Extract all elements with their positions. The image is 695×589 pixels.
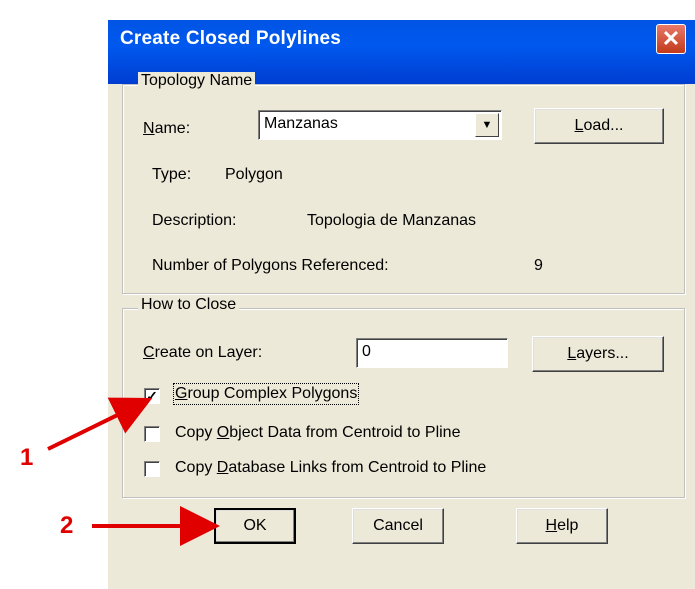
annotation-marker-2: 2 <box>60 512 74 539</box>
title-bar-top-strip <box>108 0 695 20</box>
copy-database-links-label[interactable]: Copy Database Links from Centroid to Pli… <box>175 459 486 477</box>
help-button[interactable]: Help <box>516 508 608 544</box>
ok-button[interactable]: OK <box>214 508 296 544</box>
chevron-down-icon[interactable]: ▼ <box>475 113 499 137</box>
load-button[interactable]: Load... <box>534 108 664 144</box>
group-complex-polygons-checkbox[interactable]: ✓ <box>144 388 160 404</box>
copy-object-data-checkbox[interactable] <box>144 426 160 442</box>
close-icon[interactable]: ✕ <box>656 24 686 54</box>
topology-name-dropdown[interactable]: Manzanas ▼ <box>258 110 502 140</box>
type-value: Polygon <box>225 166 283 183</box>
annotation-marker-1: 1 <box>20 444 34 471</box>
copy-object-data-label[interactable]: Copy Object Data from Centroid to Pline <box>175 424 460 442</box>
type-label: Type: <box>152 166 192 183</box>
create-closed-polylines-dialog: Create Closed Polylines ✕ Topology Name … <box>108 0 695 589</box>
polygons-referenced-value: 9 <box>534 257 543 274</box>
description-value: Topologia de Manzanas <box>307 212 477 229</box>
topology-name-value: Manzanas <box>264 115 338 132</box>
layer-input[interactable]: 0 <box>356 338 508 368</box>
copy-database-links-checkbox[interactable] <box>144 461 160 477</box>
layers-button[interactable]: Layers... <box>532 336 664 372</box>
cancel-button[interactable]: Cancel <box>352 508 444 544</box>
how-to-close-legend: How to Close <box>138 296 240 314</box>
name-label: Name: <box>143 120 191 137</box>
create-on-layer-label: Create on Layer: <box>143 344 263 361</box>
group-complex-polygons-label[interactable]: Group Complex Polygons <box>172 383 360 405</box>
topology-name-legend: Topology Name <box>138 72 256 90</box>
polygons-referenced-label: Number of Polygons Referenced: <box>152 257 389 274</box>
description-label: Description: <box>152 212 237 229</box>
dialog-title: Create Closed Polylines <box>120 28 342 49</box>
